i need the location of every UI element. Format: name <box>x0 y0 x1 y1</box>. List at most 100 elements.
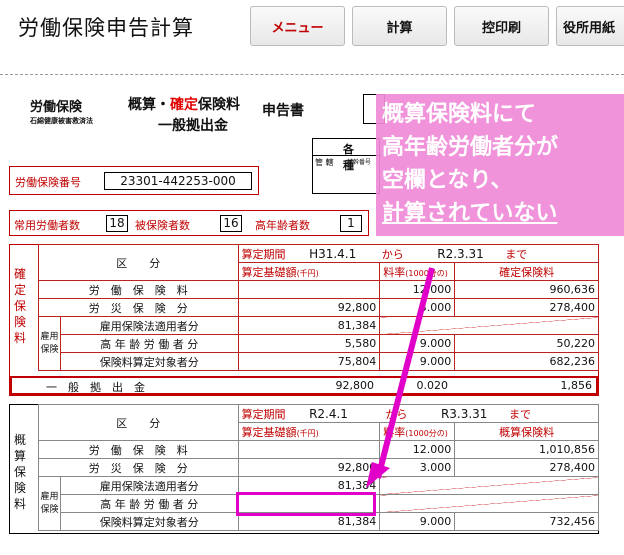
insurance-number-field[interactable]: 23301-442253-000 <box>104 172 252 190</box>
rate-cell[interactable]: 12.000 <box>379 280 456 299</box>
base-cell[interactable] <box>237 440 381 459</box>
diagonal-cell <box>379 494 599 513</box>
amount-cell: 682,236 <box>454 352 599 371</box>
amount-header: 概算保険料 <box>454 422 599 441</box>
base-header: 算定基礎額(千円) <box>237 262 381 281</box>
insured-label: 被保険者数 <box>135 219 190 232</box>
menu-button[interactable]: メニュー <box>250 6 345 46</box>
table-row: 労 働 保 険 料 12.000 960,636 <box>38 280 599 299</box>
insurance-number-box: 労働保険番号 23301-442253-000 <box>9 166 259 195</box>
title-estimate: 概算・ <box>128 97 170 113</box>
amount-cell: 960,636 <box>454 280 599 299</box>
office-form-button[interactable]: 役所用紙 <box>556 6 624 46</box>
base-label: 算定基礎額 <box>241 425 297 439</box>
base-header: 算定基礎額(千円) <box>237 422 381 441</box>
rate-cell[interactable]: 3.000 <box>379 298 456 317</box>
insured-field[interactable]: 16 <box>220 215 242 232</box>
amount-cell: 1,010,856 <box>454 440 599 459</box>
calculate-button[interactable]: 計算 <box>352 6 447 46</box>
row-label: 労 災 保 険 分 <box>38 458 239 477</box>
row-label: 保険料算定対象者分 <box>59 512 239 531</box>
app-title: 労働保険申告計算 <box>18 16 194 40</box>
print-copy-button[interactable]: 控印刷 <box>454 6 549 46</box>
amount-cell: 278,400 <box>454 458 599 477</box>
org-label: 労働保険 <box>30 100 83 115</box>
diagonal-cell <box>379 476 599 495</box>
general-amount: 1,856 <box>560 379 593 392</box>
base-label: 算定基礎額 <box>241 265 297 279</box>
base-cell[interactable]: 92,800 <box>237 298 381 317</box>
rate-cell[interactable]: 9.000 <box>379 334 456 353</box>
table-row: 保険料算定対象者分 75,804 9.000 682,236 <box>39 352 599 371</box>
base-cell[interactable]: 81,384 <box>237 316 381 335</box>
period-made: まで <box>505 247 528 261</box>
title-declaration: 申告書 <box>262 103 304 119</box>
base-cell[interactable]: 92,800 <box>237 458 381 477</box>
confirmed-side-label: 確定保険料 <box>14 266 28 346</box>
regular-workers-label: 常用労働者数 <box>14 219 80 232</box>
period-made: まで <box>508 407 531 421</box>
kubun-header: 区 分 <box>38 244 239 281</box>
base-cell[interactable]: 5,580 <box>237 334 381 353</box>
kakushu-box: 各 種 管 轄 基幹番号 <box>312 138 381 194</box>
period-from[interactable]: R2.4.1 <box>309 407 348 421</box>
period-kara: から <box>385 407 408 421</box>
koyo-side-label: 雇用保険 <box>38 316 61 371</box>
table-row: 労 働 保 険 料 12.000 1,010,856 <box>38 440 599 459</box>
diagonal-cell <box>379 316 599 335</box>
estimated-side-text: 概算保険料 <box>14 433 27 511</box>
elderly-label: 高年齢者数 <box>255 219 310 232</box>
row-label: 保険料算定対象者分 <box>59 352 239 371</box>
base-unit: (千円) <box>296 428 319 438</box>
confirmed-side-text: 確定保険料 <box>14 267 27 345</box>
elderly-field[interactable]: 1 <box>340 215 362 232</box>
insurance-number-label: 労働保険番号 <box>15 176 81 189</box>
period-to[interactable]: R2.3.31 <box>437 247 484 261</box>
amount-cell: 50,220 <box>454 334 599 353</box>
base-cell[interactable]: 75,804 <box>237 352 381 371</box>
period-label: 算定期間 <box>241 407 286 421</box>
kihon-label: 基幹番号 <box>347 159 372 166</box>
period-kara: から <box>381 247 404 261</box>
kubun-header: 区 分 <box>38 404 239 441</box>
period-from[interactable]: H31.4.1 <box>309 247 356 261</box>
period-label: 算定期間 <box>241 247 286 261</box>
divider <box>0 74 624 75</box>
form-title: 概算・確定保険料 <box>128 94 240 114</box>
kankatsu-label: 管 轄 <box>315 158 334 167</box>
rate-label: 料率 <box>383 425 406 439</box>
row-label: 労 災 保 険 分 <box>38 298 239 317</box>
callout-line: 高年齢労働者分が <box>382 135 559 160</box>
amount-header: 確定保険料 <box>454 262 599 281</box>
table-row: 雇用保険 雇用保険法適用者分 81,384 <box>38 316 599 371</box>
rate-cell[interactable]: 9.000 <box>379 512 456 531</box>
base-cell[interactable] <box>237 280 381 299</box>
row-label: 雇用保険法適用者分 <box>59 476 239 495</box>
title-general-contribution: 一般拠出金 <box>158 118 228 134</box>
table-row: 労 災 保 険 分 92,800 3.000 278,400 <box>38 458 599 477</box>
title-premium: 保険料 <box>198 97 240 113</box>
rate-header: 料率(1000分の) <box>379 422 456 441</box>
rate-cell[interactable]: 3.000 <box>379 458 456 477</box>
rate-header: 料率(1000分の) <box>379 262 456 281</box>
rate-cell[interactable]: 12.000 <box>379 440 456 459</box>
confirmed-table: 区 分 算定期間 H31.4.1 から R2.3.31 まで 算定基礎額(千円)… <box>38 244 600 371</box>
staff-count-box: 常用労働者数 18 被保険者数 16 高年齢者数 1 <box>9 210 369 236</box>
general-rate[interactable]: 0.020 <box>380 379 449 392</box>
rate-unit: (1000分の) <box>405 428 448 438</box>
rate-cell[interactable]: 9.000 <box>379 352 456 371</box>
table-row: 高 年 齢 労 働 者 分 5,580 9.000 50,220 <box>39 334 599 353</box>
estimated-side-label: 概算保険料 <box>14 432 28 512</box>
asbestos-label: 石綿健康被害救済法 <box>30 117 93 125</box>
callout-line: 空欄となり、 <box>382 168 513 193</box>
period-row: 算定期間 R2.4.1 から R3.3.31 まで <box>237 404 600 423</box>
table-row: 労 災 保 険 分 92,800 3.000 278,400 <box>38 298 599 317</box>
regular-workers-field[interactable]: 18 <box>106 215 128 232</box>
general-base[interactable]: 92,800 <box>302 379 375 392</box>
row-label: 労 働 保 険 料 <box>38 440 239 459</box>
row-label: 高 年 齢 労 働 者 分 <box>59 494 239 513</box>
period-to[interactable]: R3.3.31 <box>441 407 488 421</box>
amount-cell: 278,400 <box>454 298 599 317</box>
rate-unit: (1000分の) <box>405 268 448 278</box>
rate-label: 料率 <box>383 265 406 279</box>
